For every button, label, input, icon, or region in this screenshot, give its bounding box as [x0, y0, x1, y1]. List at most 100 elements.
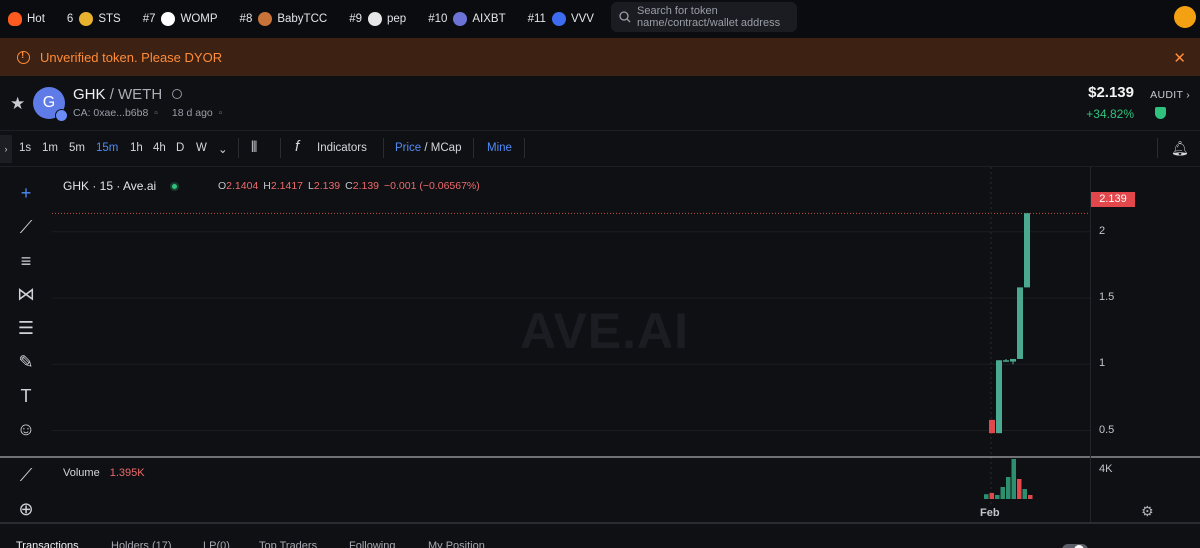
ticker-rank: 6 — [66, 13, 74, 25]
fire-icon — [8, 12, 22, 26]
womp-token-icon — [161, 12, 176, 26]
search-input[interactable]: Search for token name/contract/wallet ad… — [611, 2, 797, 32]
ohlc-key: C — [345, 180, 353, 192]
unverified-warning-banner: Unverified token. Please DYOR ✕ — [0, 38, 1200, 76]
interval-4h[interactable]: 4h — [153, 142, 166, 154]
status-dot — [170, 182, 180, 191]
interval-D[interactable]: D — [176, 142, 184, 154]
interval-5m[interactable]: 5m — [69, 142, 85, 154]
function-icon[interactable]: f — [295, 138, 299, 155]
top-ticker-bar: Hot 6 STS #7 WOMP #8 BabyTCC #9 pep #10 AIXBT #11 VV… — [0, 0, 1200, 38]
bottom-tabs: Transactions Holders (17) LP(0) Top Traders… — [0, 522, 1200, 548]
audit-link[interactable]: AUDIT › — [1150, 89, 1190, 101]
warning-text: Unverified token. Please DYOR — [40, 49, 223, 65]
ohlc-readout: O2.1404 H2.1417 L2.139 C2.139 −0.001 (−0.065… — [218, 180, 485, 192]
ohlc-value: 2.139 — [313, 180, 341, 192]
divider — [473, 138, 474, 158]
token-pair-name: GHK / WETH — [73, 86, 183, 103]
ohlc-delta: −0.001 (−0.06567%) — [384, 180, 480, 192]
favorite-star-icon[interactable]: ★ — [10, 94, 25, 114]
tab-following[interactable]: Following — [349, 540, 395, 548]
ohlc-key: O — [218, 180, 227, 192]
interval-1h[interactable]: 1h — [130, 142, 143, 154]
ticker-rank: #7 — [142, 13, 156, 25]
chart-legend: GHK · 15 · Ave.ai — [63, 179, 187, 193]
search-icon[interactable] — [172, 89, 183, 99]
chart-toolbar: › 1s 1m 5m 15m 1h 4h D W ⌄ ⫴ f Indicators Price… — [0, 130, 1200, 166]
volume-bar — [1028, 495, 1033, 499]
ticker-item[interactable]: 6 STS — [67, 12, 121, 26]
ticker-item[interactable]: #8 BabyTCC — [240, 12, 328, 26]
y-tick-label: 0.5 — [1099, 423, 1115, 436]
ticker-label: STS — [98, 13, 121, 25]
volume-bar — [989, 493, 994, 499]
user-avatar[interactable] — [1174, 6, 1196, 28]
token-price: $2.139 — [1088, 84, 1134, 101]
token-quote: / WETH — [109, 86, 163, 103]
interval-15m[interactable]: 15m — [96, 142, 118, 154]
ticker-label: Hot — [27, 13, 45, 25]
candle — [1003, 360, 1009, 362]
candle — [1024, 213, 1030, 288]
y-tick-label: 1 — [1099, 357, 1106, 370]
ticker-item[interactable]: Hot — [8, 12, 45, 26]
search-placeholder: Search for token name/contract/wallet ad… — [637, 5, 781, 29]
quick-toggle[interactable] — [1062, 544, 1088, 548]
divider — [280, 138, 281, 158]
ticker-rank: #11 — [527, 13, 546, 25]
mine-button[interactable]: Mine — [487, 142, 512, 154]
gear-icon[interactable]: ⚙ — [1141, 503, 1154, 520]
ticker-item[interactable]: #7 WOMP — [143, 12, 218, 26]
ohlc-value: 2.1417 — [270, 180, 304, 192]
ticker-item[interactable]: #11 VVV — [528, 12, 594, 26]
copy-icon[interactable]: ▫ — [219, 107, 223, 119]
search-icon — [619, 11, 631, 23]
tab-lp-0[interactable]: LP(0) — [203, 540, 230, 548]
close-icon[interactable]: ✕ — [1173, 49, 1186, 67]
candlestick-icon[interactable]: ⫴ — [251, 139, 257, 156]
chevron-right-icon: › — [1186, 89, 1190, 101]
interval-1s[interactable]: 1s — [19, 142, 31, 154]
chevron-down-icon[interactable]: ⌄ — [218, 142, 228, 156]
ticker-label: WOMP — [180, 13, 218, 25]
ohlc-key: L — [308, 180, 314, 192]
chain-icon — [55, 109, 68, 122]
ticker-label: AIXBT — [472, 13, 506, 25]
interval-1m[interactable]: 1m — [42, 142, 58, 154]
watermark: AVE.AI — [520, 303, 689, 359]
ticker-label: BabyTCC — [277, 13, 328, 25]
tab-top-traders[interactable]: Top Traders — [259, 540, 317, 548]
candle — [1017, 287, 1023, 359]
ticker-item[interactable]: #10 AIXBT — [428, 12, 506, 26]
warning-icon — [17, 50, 30, 64]
token-meta: CA: 0xae...b6b8 ▫ 18 d ago ▫ — [73, 107, 222, 119]
ticker-label: VVV — [570, 13, 594, 25]
price-axis[interactable]: 2.139 2 1.5 1 0.5 4K ⚙ — [1090, 167, 1200, 523]
price-mcap-toggle[interactable]: Price / MCap — [395, 142, 461, 154]
copy-icon[interactable]: ▫ — [154, 107, 158, 119]
bell-icon[interactable]: 🔔︎ — [1171, 140, 1189, 157]
tab-holders-17[interactable]: Holders (17) — [111, 540, 172, 548]
x-axis-label: Feb — [980, 507, 1000, 519]
volume-axis-label: 4K — [1099, 463, 1113, 475]
price-change: +34.82% — [1086, 107, 1134, 121]
token-avatar: G — [33, 87, 68, 122]
trending-ticker: Hot 6 STS #7 WOMP #8 BabyTCC #9 pep #10 AIXBT #11 VV… — [0, 12, 616, 26]
ohlc-value: 2.139 — [352, 180, 380, 192]
divider — [1157, 138, 1158, 158]
interval-W[interactable]: W — [196, 142, 207, 154]
token-symbol: GHK — [73, 86, 106, 103]
ticker-item[interactable]: #9 pep — [349, 12, 406, 26]
volume-bar — [995, 495, 1000, 499]
contract-address[interactable]: CA: 0xae...b6b8 — [73, 107, 148, 119]
aixbt-token-icon — [453, 12, 468, 26]
expand-arrow-icon[interactable]: › — [0, 135, 12, 163]
sts-token-icon — [79, 12, 94, 26]
divider — [524, 138, 525, 158]
shield-icon — [1155, 107, 1166, 119]
indicators-button[interactable]: Indicators — [317, 142, 367, 154]
ohlc-value: 2.1404 — [226, 180, 259, 192]
tab-my-position[interactable]: My Position — [428, 540, 485, 548]
tab-transactions[interactable]: Transactions — [16, 540, 79, 548]
ohlc-key: H — [263, 180, 271, 192]
